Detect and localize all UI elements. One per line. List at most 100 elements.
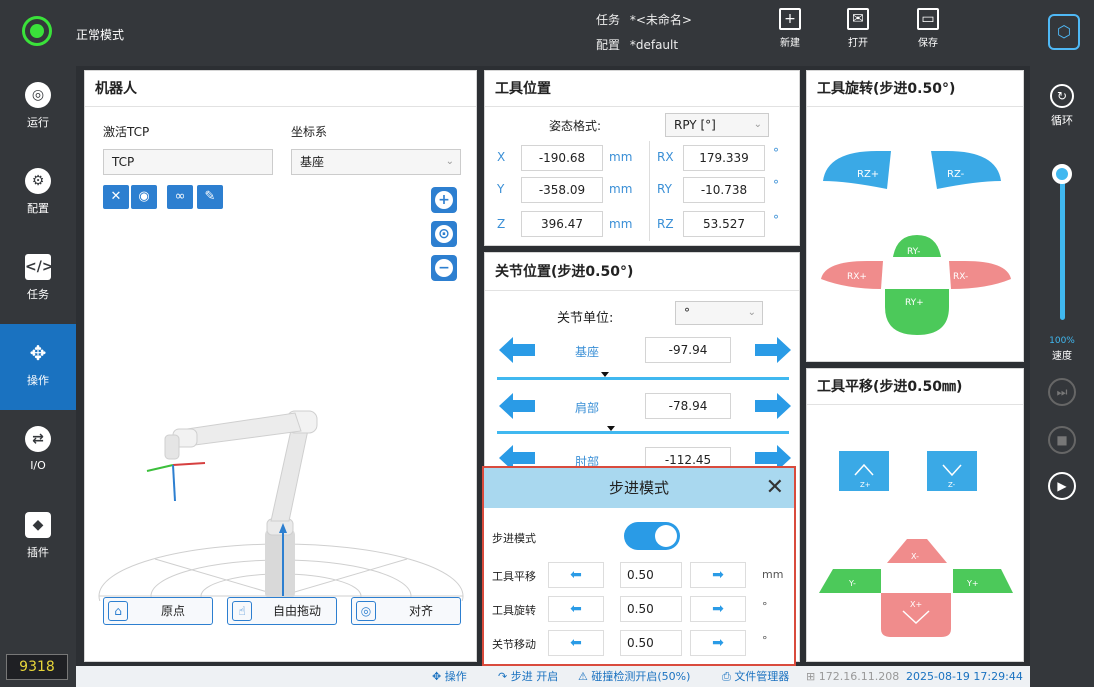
rz-field[interactable]: 53.527 [683,211,765,237]
joint-shoulder-slider[interactable] [497,426,789,434]
top-bar: 正常模式 任务 *<未命名> 配置 *default + 新建 ✉ 打开 ▭ 保… [0,0,1094,66]
ry-label: RY [657,182,672,196]
ry-field[interactable]: -10.738 [683,177,765,203]
nav-item-io[interactable]: ⇄ I/O [0,410,76,496]
save-button[interactable]: ▭ 保存 [904,6,952,60]
joint-base-slider-marker[interactable] [601,372,610,377]
align-button[interactable]: ◎ 对齐 [351,597,461,625]
joint-unit-select[interactable]: ° ⌄ [675,301,763,325]
open-button[interactable]: ✉ 打开 [834,6,882,60]
nav-item-operate[interactable]: ✥ 操作 [0,324,76,410]
close-icon[interactable]: ✕ [766,468,784,508]
coord-select[interactable]: 基座 ⌄ [291,149,461,175]
zoom-in-button[interactable]: + [431,187,457,213]
status-network: ⊞ 172.16.11.208 [806,666,899,687]
free-drive-button[interactable]: ☝ 自由拖动 [227,597,337,625]
step-forward-button[interactable]: ⏭ [1048,378,1076,406]
ry-minus-button[interactable]: RY- [893,235,941,257]
zoom-out-button[interactable]: − [431,255,457,281]
x-field[interactable]: -190.68 [521,145,603,171]
loop-button[interactable]: ↻ 循环 [1044,84,1080,134]
status-file-manager[interactable]: ⎙ 文件管理器 [722,666,789,687]
brand-logo-icon: ⬡ [1048,14,1080,50]
joint-base-slider[interactable] [497,372,789,380]
rx-plus-button[interactable]: RX+ [821,261,883,289]
eraser-icon[interactable]: ✎ [197,185,223,209]
translate-step-increase[interactable]: ➡ [690,562,746,588]
z-field[interactable]: 396.47 [521,211,603,237]
zoom-reset-button[interactable]: ⊙ [431,221,457,247]
mode-label: 正常模式 [76,28,125,42]
joint-base-plus-button[interactable] [755,337,791,363]
new-button[interactable]: + 新建 [766,6,814,60]
z-plus-label: Z+ [860,481,871,489]
rotate-step-field[interactable]: 0.50 [620,596,682,622]
joint-step-decrease[interactable]: ⬅ [548,630,604,656]
step-mode-toggle[interactable] [624,522,680,550]
y-minus-button[interactable]: Y- [819,569,881,593]
step-forward-icon: ⏭ [1056,385,1068,399]
speed-slider-track[interactable] [1060,170,1065,320]
chevron-down-icon: ⌄ [753,119,762,130]
x-minus-label: X- [911,552,919,561]
x-minus-button[interactable]: X- [887,539,947,563]
rz-minus-label: RZ- [947,169,965,180]
joint-step-increase[interactable]: ➡ [690,630,746,656]
loop-icon: ↻ [1050,84,1074,108]
nav-item-config[interactable]: ⚙ 配置 [0,152,76,238]
joint-step-field[interactable]: 0.50 [620,630,682,656]
rotate-step-decrease[interactable]: ⬅ [548,596,604,622]
robot-3d-view[interactable] [95,371,468,601]
column-separator [649,141,650,241]
y-field[interactable]: -358.09 [521,177,603,203]
nav-item-run[interactable]: ◎ 运行 [0,66,76,152]
joint-shoulder-plus-button[interactable] [755,393,791,419]
arrow-right-icon [755,337,791,363]
nav-item-plugin[interactable]: ◆ 插件 [0,496,76,582]
home-button[interactable]: ⌂ 原点 [103,597,213,625]
x-plus-button[interactable]: X+ [881,593,951,637]
y-plus-button[interactable]: Y+ [953,569,1013,593]
link-icon[interactable]: ∞ [167,185,193,209]
z-plus-button[interactable]: Z+ [839,451,889,491]
tcp-label: 激活TCP [103,125,150,139]
status-file-manager-label: 文件管理器 [734,670,790,683]
rz-plus-button[interactable]: RZ+ [823,151,891,189]
robot-status-indicator[interactable] [22,16,52,46]
eye-icon[interactable]: ◉ [131,185,157,209]
rotate-step-increase[interactable]: ➡ [690,596,746,622]
speed-percent: 100% [1049,336,1075,346]
rx-minus-button[interactable]: RX- [949,261,1011,289]
rx-field[interactable]: 179.339 [683,145,765,171]
tcp-field[interactable]: TCP [103,149,273,175]
joint-base-minus-button[interactable] [499,337,535,363]
translate-step-decrease[interactable]: ⬅ [548,562,604,588]
stop-button[interactable]: ■ [1048,426,1076,454]
translate-step-field[interactable]: 0.50 [620,562,682,588]
arrow-left-icon: ⬅ [570,635,582,651]
coord-value: 基座 [300,155,325,169]
speed-slider-handle[interactable] [1052,164,1072,184]
status-operate[interactable]: ✥ 操作 [432,666,467,687]
play-icon: ▶ [1057,479,1067,493]
left-sidebar: ◎ 运行 ⚙ 配置 </> 任务 ✥ 操作 ⇄ I/O ◆ 插件 9318 [0,66,76,687]
format-select[interactable]: RPY [°] ⌄ [665,113,769,137]
format-label: 姿态格式: [549,119,602,133]
joint-shoulder-value[interactable]: -78.94 [645,393,731,419]
ry-plus-button[interactable]: RY+ [885,289,949,335]
rz-minus-button[interactable]: RZ- [931,151,1001,189]
joint-base-value[interactable]: -97.94 [645,337,731,363]
joint-unit-value: ° [684,306,690,320]
new-label: 新建 [780,38,800,49]
right-sidebar: ↻ 循环 100% 速度 ⏭ ■ ▶ [1030,66,1094,687]
z-minus-button[interactable]: Z- [927,451,977,491]
tools-icon[interactable]: ✕ [103,185,129,209]
step-dialog-title: 步进模式 [608,479,669,497]
joint-shoulder-minus-button[interactable] [499,393,535,419]
nav-item-task[interactable]: </> 任务 [0,238,76,324]
status-step[interactable]: ↷ 步进 开启 [498,666,558,687]
joint-shoulder-slider-marker[interactable] [606,426,615,431]
joint-shoulder-name: 肩部 [575,401,600,415]
play-button[interactable]: ▶ [1048,472,1076,500]
status-collision[interactable]: ⚠ 碰撞检测开启(50%) [578,666,690,687]
